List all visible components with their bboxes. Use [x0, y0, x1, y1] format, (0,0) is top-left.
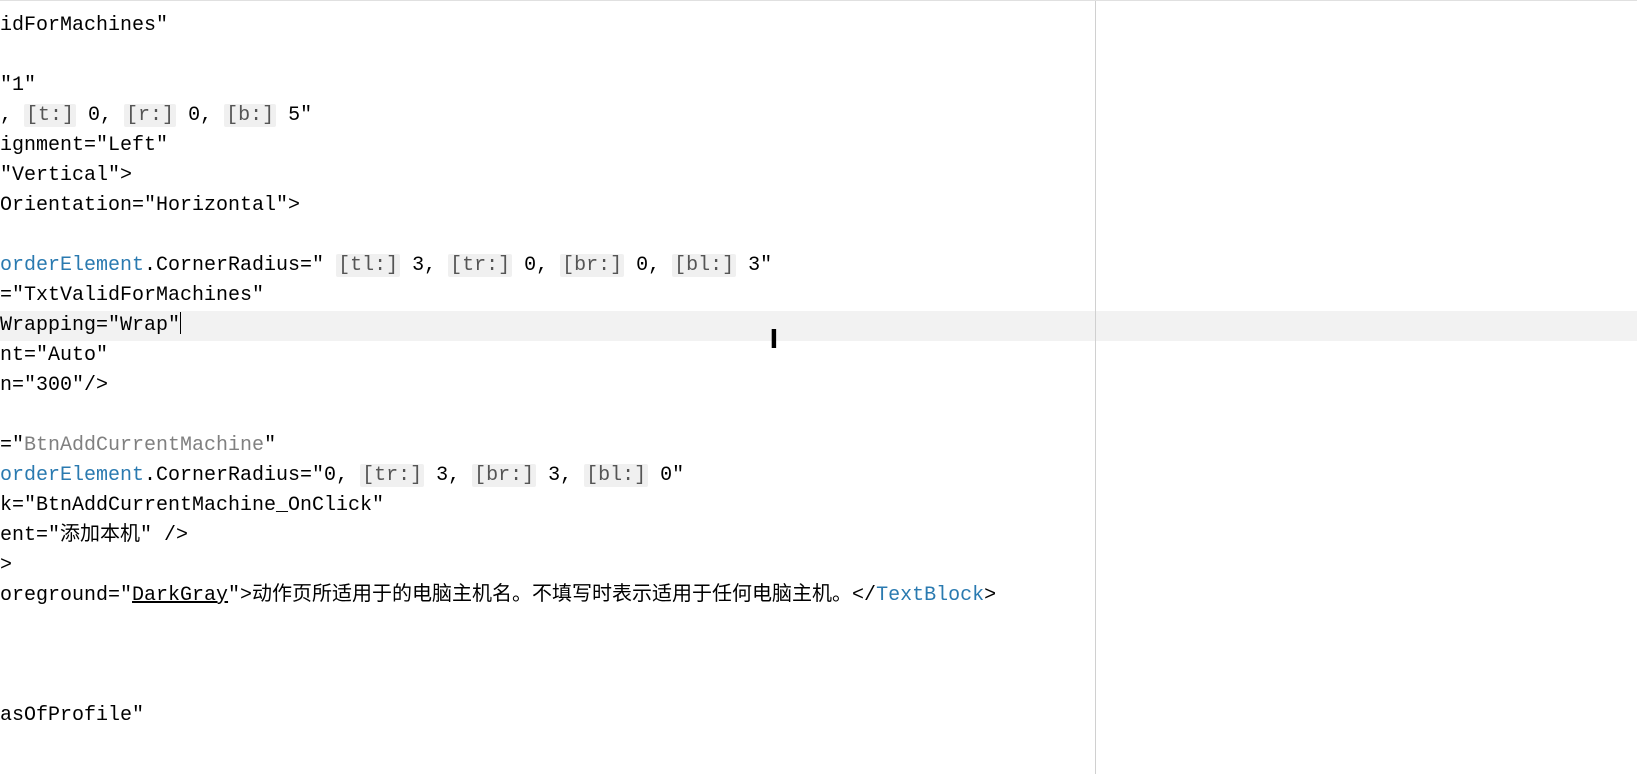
code-line: "Vertical"> — [0, 161, 1637, 191]
color-reference[interactable]: DarkGray — [132, 584, 228, 607]
code-text: idForMachines" — [0, 14, 168, 37]
code-line: > — [0, 551, 1637, 581]
code-text: ent="添加本机" /> — [0, 524, 188, 547]
code-line — [0, 641, 1637, 671]
code-text: .CornerRadius=" — [144, 254, 336, 277]
code-text: 3, — [400, 254, 448, 277]
code-line: orderElement.CornerRadius="0, [tr:] 3, [… — [0, 461, 1637, 491]
code-text: Orientation="Horizontal"> — [0, 194, 300, 217]
code-text: ">动作页所适用于的电脑主机名。不填写时表示适用于任何电脑主机。</ — [228, 584, 876, 607]
code-text: oreground=" — [0, 584, 132, 607]
code-editor-panel[interactable]: idForMachines" "1" , [t:] 0, [r:] 0, [b:… — [0, 0, 1637, 774]
code-line — [0, 401, 1637, 431]
inline-hint: [tr:] — [360, 464, 424, 487]
code-line — [0, 41, 1637, 71]
code-text: 3" — [736, 254, 772, 277]
code-text: Wrapping= — [0, 314, 108, 337]
code-text: "Vertical"> — [0, 164, 132, 187]
code-text: ="TxtValidForMachines" — [0, 284, 264, 307]
code-text: =" — [0, 434, 24, 457]
code-line: Orientation="Horizontal"> — [0, 191, 1637, 221]
code-text: 0, — [512, 254, 560, 277]
inline-hint: [t:] — [24, 104, 76, 127]
code-line: ="TxtValidForMachines" — [0, 281, 1637, 311]
editor-column-guide — [1095, 1, 1096, 774]
unused-identifier: BtnAddCurrentMachine — [24, 434, 264, 457]
code-line — [0, 611, 1637, 641]
code-text: " — [264, 434, 276, 457]
code-line: , [t:] 0, [r:] 0, [b:] 5" — [0, 101, 1637, 131]
code-text: k="BtnAddCurrentMachine_OnClick" — [0, 494, 384, 517]
code-text: 0, — [624, 254, 672, 277]
code-line: oreground="DarkGray">动作页所适用于的电脑主机名。不填写时表… — [0, 581, 1637, 611]
code-text: > — [0, 554, 12, 577]
code-line: idForMachines" — [0, 11, 1637, 41]
code-text: .CornerRadius="0, — [144, 464, 360, 487]
code-text: n="300"/> — [0, 374, 108, 397]
code-line: asOfProfile" — [0, 701, 1637, 731]
code-line — [0, 221, 1637, 251]
inline-hint: [r:] — [124, 104, 176, 127]
inline-hint: [bl:] — [584, 464, 648, 487]
code-text: "Wrap" — [108, 314, 180, 337]
code-line-active[interactable]: Wrapping="Wrap" — [0, 311, 1637, 341]
xaml-element: TextBlock — [876, 584, 984, 607]
code-text: 0, — [76, 104, 124, 127]
code-line: ="BtnAddCurrentMachine" — [0, 431, 1637, 461]
xaml-element: orderElement — [0, 254, 144, 277]
inline-hint: [bl:] — [672, 254, 736, 277]
text-caret — [180, 312, 181, 334]
inline-hint: [b:] — [224, 104, 276, 127]
code-text: ignment="Left" — [0, 134, 168, 157]
code-text: "1" — [0, 74, 36, 97]
code-text: 5" — [276, 104, 312, 127]
code-line: nt="Auto" — [0, 341, 1637, 371]
code-text: 0" — [648, 464, 684, 487]
code-text: 3, — [424, 464, 472, 487]
code-text: asOfProfile" — [0, 704, 144, 727]
code-line: orderElement.CornerRadius=" [tl:] 3, [tr… — [0, 251, 1637, 281]
inline-hint: [br:] — [472, 464, 536, 487]
code-text: nt="Auto" — [0, 344, 108, 367]
code-line: n="300"/> — [0, 371, 1637, 401]
inline-hint: [br:] — [560, 254, 624, 277]
code-text: , — [0, 104, 24, 127]
code-line: k="BtnAddCurrentMachine_OnClick" — [0, 491, 1637, 521]
code-text: 3, — [536, 464, 584, 487]
code-line: ent="添加本机" /> — [0, 521, 1637, 551]
code-text: 0, — [176, 104, 224, 127]
inline-hint: [tl:] — [336, 254, 400, 277]
code-line: ignment="Left" — [0, 131, 1637, 161]
code-line: "1" — [0, 71, 1637, 101]
xaml-element: orderElement — [0, 464, 144, 487]
code-line — [0, 671, 1637, 701]
inline-hint: [tr:] — [448, 254, 512, 277]
code-text: > — [984, 584, 996, 607]
